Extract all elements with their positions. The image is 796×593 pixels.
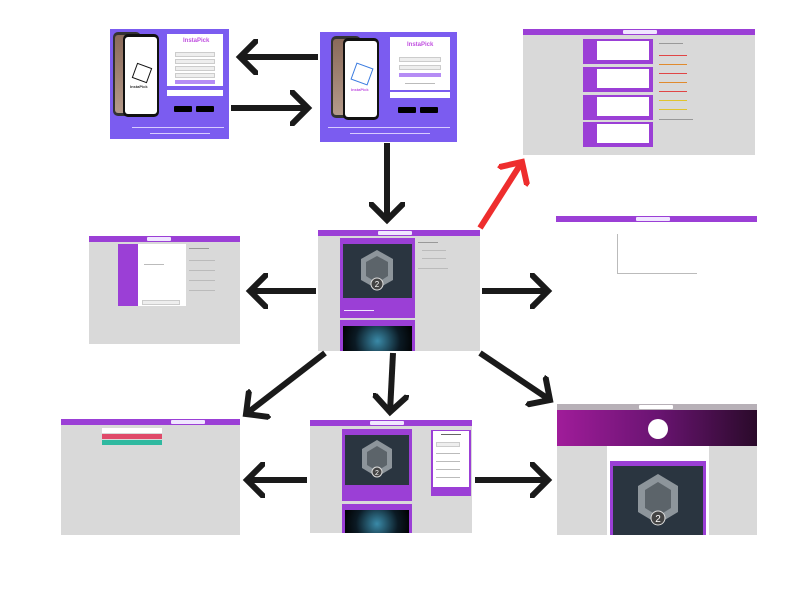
flow-arrows xyxy=(231,0,796,593)
arrow-feed-to-comments xyxy=(390,352,393,412)
arrow-feed-to-notifications xyxy=(477,162,522,230)
arrow-feed-to-settings xyxy=(246,350,327,414)
arrow-feed-to-profile xyxy=(478,350,550,400)
